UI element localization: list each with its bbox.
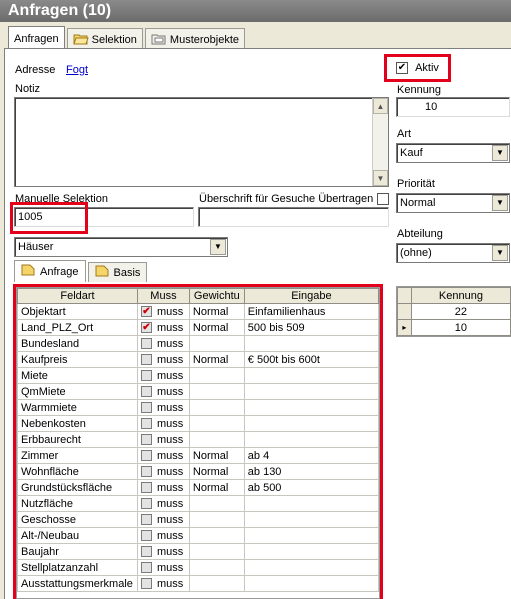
column-header-kennung[interactable]: Kennung [410,287,511,304]
folder-icon [151,33,167,48]
folder-icon [95,265,109,280]
kennung-field[interactable]: 10 [396,97,510,117]
highlight-manuelle-selektion [10,202,88,234]
kennung-header-row: Kennung [397,287,511,304]
folder-icon [21,264,35,279]
check-icon: ✔ [396,62,408,75]
notiz-label: Notiz [15,83,41,95]
tab-anfragen-label: Anfragen [14,33,59,45]
tab-musterobjekte[interactable]: Musterobjekte [144,28,246,48]
table-row[interactable]: ▸ 10 [397,319,511,336]
tab-anfragen[interactable]: Anfragen [8,26,65,48]
abteilung-value: (ohne) [400,247,432,259]
chevron-down-icon[interactable]: ▼ [210,239,226,255]
objekttyp-value: Häuser [18,241,54,253]
highlight-grid [13,284,383,599]
art-value: Kauf [400,147,423,159]
inner-tabs: Anfrage Basis [14,260,149,282]
main-tabs: Anfragen Selektion Musterobjekte [8,26,247,48]
tab-basis-label: Basis [113,266,141,279]
kennung-grid[interactable]: Kennung 22 ▸ 10 [396,286,511,337]
abteilung-label: Abteilung [397,228,443,240]
tab-basis[interactable]: Basis [87,262,148,282]
art-label: Art [397,128,412,140]
row-indicator-header [397,287,412,304]
row-indicator [397,303,412,320]
chevron-down-icon[interactable]: ▼ [492,145,508,161]
adresse-link[interactable]: Fogt [66,64,88,76]
checkbox-icon [377,193,389,206]
kennung-table: Kennung 22 ▸ 10 [397,287,511,336]
chevron-down-icon[interactable]: ▼ [492,245,508,261]
kennung-body: 22 ▸ 10 [397,303,511,336]
tab-anfrage[interactable]: Anfrage [14,260,86,282]
kennung-cell[interactable]: 10 [410,319,511,336]
adresse-label: Adresse [15,64,56,76]
tab-selektion-label: Selektion [91,34,137,46]
tab-anfrage-label: Anfrage [40,265,79,278]
ueberschrift-field[interactable] [198,207,389,227]
tab-musterobjekte-label: Musterobjekte [169,34,240,46]
kennung-cell[interactable]: 22 [410,303,511,320]
prioritaet-select[interactable]: Normal ▼ [396,193,510,213]
aktiv-label: Aktiv [415,62,439,74]
notiz-scrollbar[interactable]: ▲ ▼ [372,98,388,186]
window-title: Anfragen (10) [0,0,511,22]
chevron-down-icon[interactable]: ▼ [492,195,508,211]
ueberschrift-checkbox[interactable] [377,193,389,206]
kennung-label: Kennung [397,84,442,96]
ueberschrift-label: Überschrift für Gesuche Übertragen [199,193,374,205]
abteilung-select[interactable]: (ohne) ▼ [396,243,510,263]
scroll-up-icon[interactable]: ▲ [373,98,388,114]
aktiv-checkbox[interactable]: ✔ Aktiv [396,62,439,75]
tab-selektion[interactable]: Selektion [66,28,143,48]
art-select[interactable]: Kauf ▼ [396,143,510,163]
table-row[interactable]: 22 [397,303,511,320]
objekttyp-select[interactable]: Häuser ▼ [14,237,228,257]
prioritaet-value: Normal [400,197,436,209]
scroll-down-icon[interactable]: ▼ [373,170,388,186]
folder-open-icon [72,33,89,48]
row-indicator: ▸ [397,319,412,336]
notiz-textarea[interactable]: ▲ ▼ [14,97,389,187]
prioritaet-label: Priorität [397,178,435,190]
